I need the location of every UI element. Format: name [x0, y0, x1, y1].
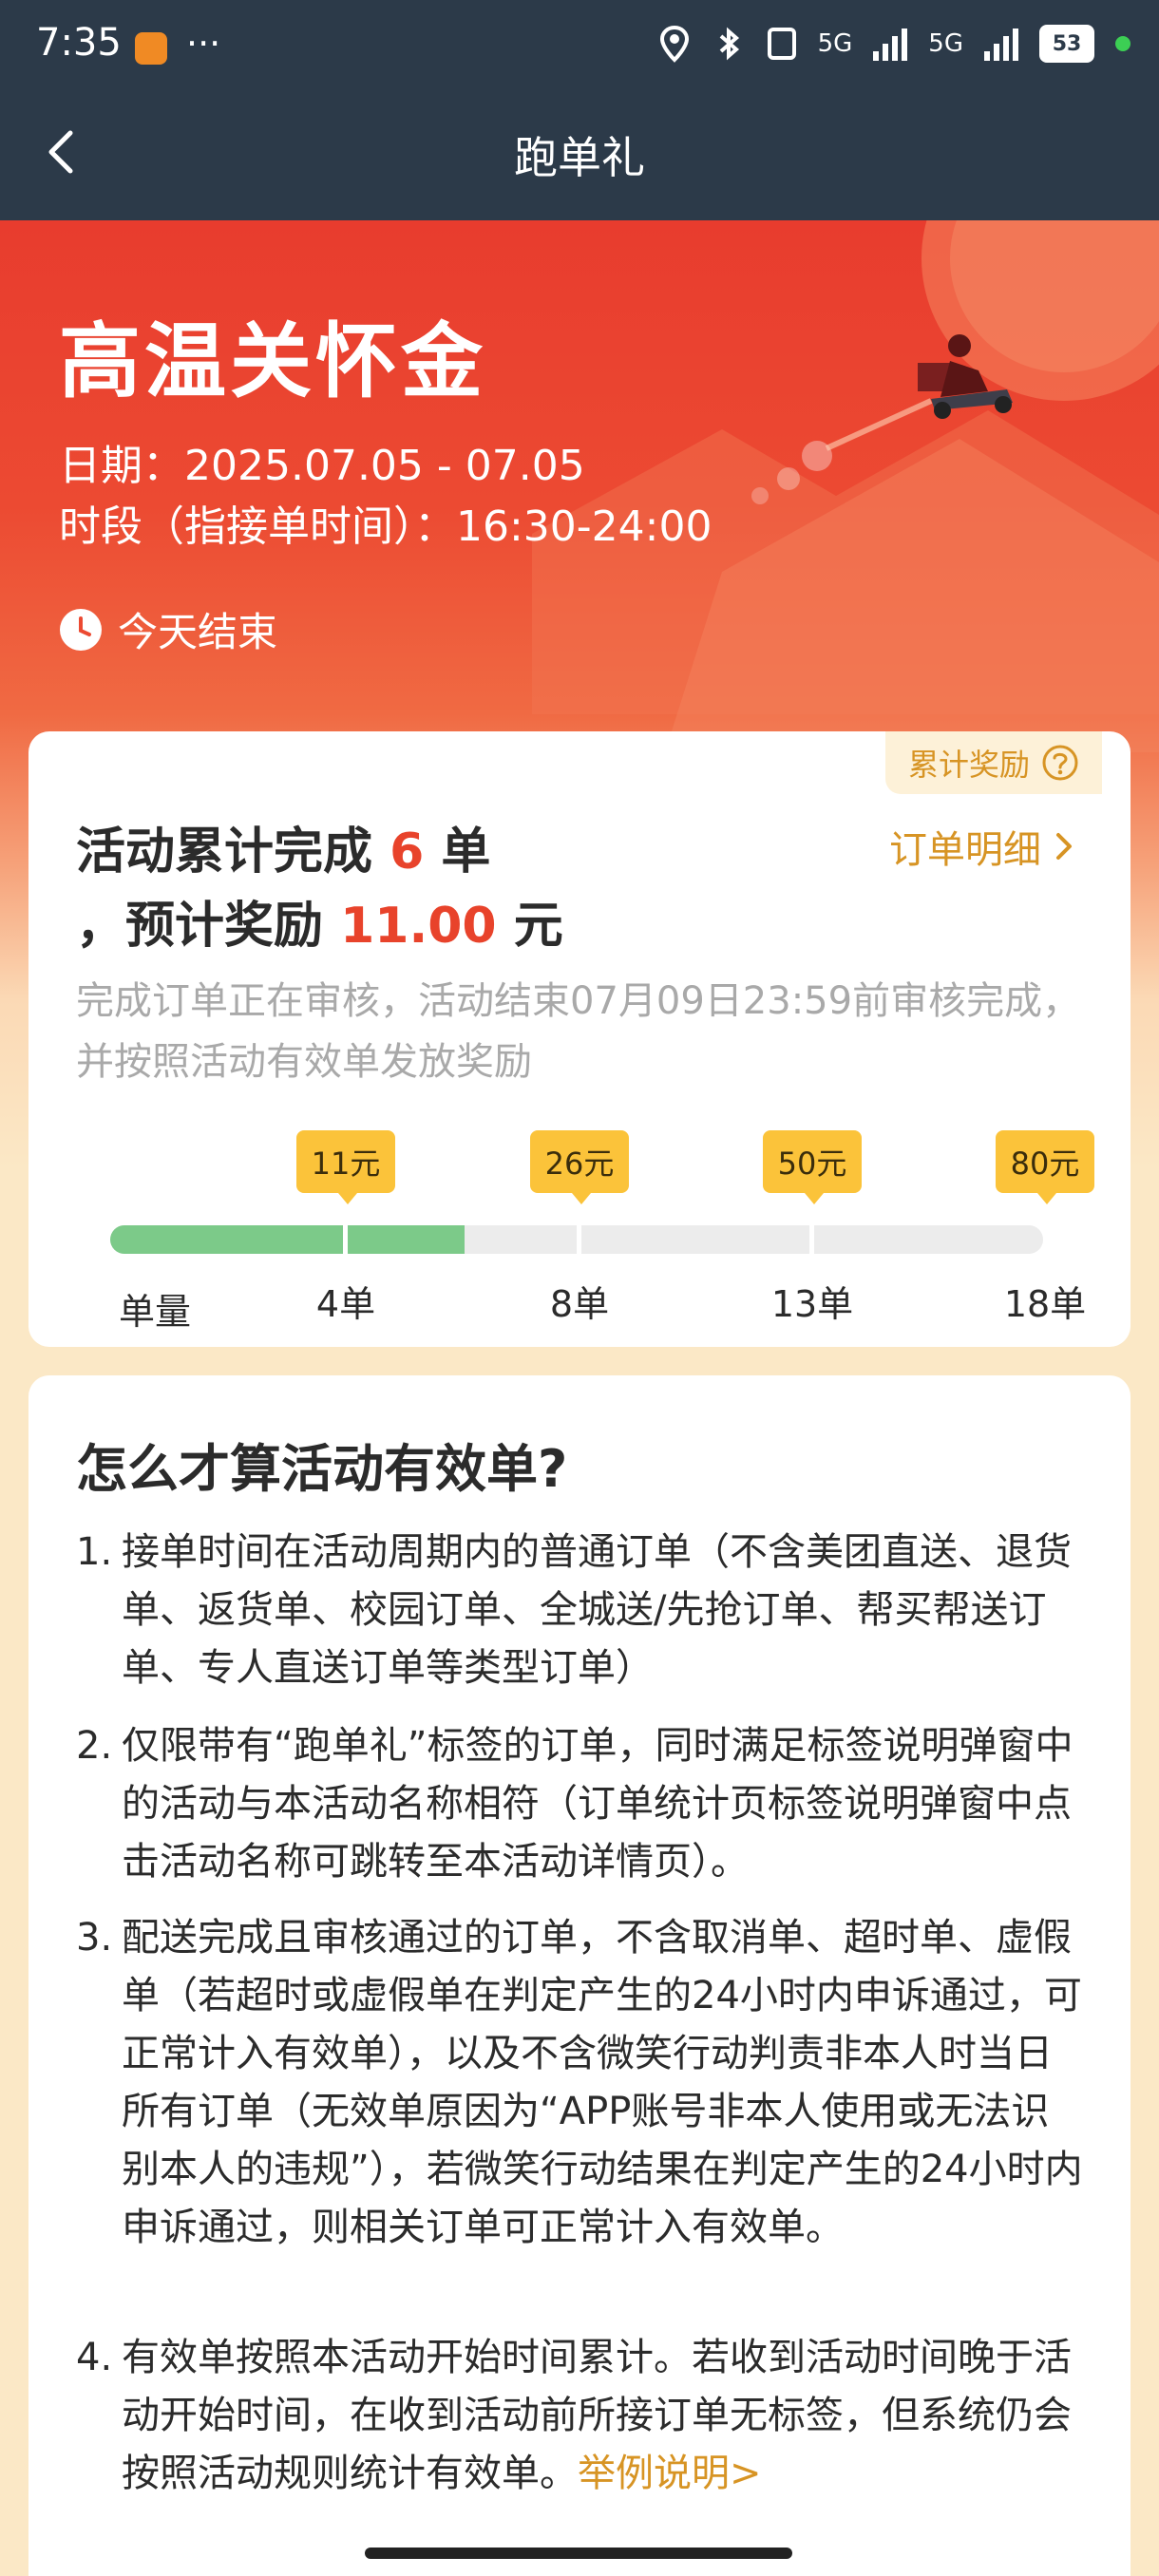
- milestone-badge: 26元: [530, 1130, 629, 1204]
- reward-summary: ，预计奖励 11.00 元: [76, 885, 563, 957]
- reward-amount: 11.00: [340, 898, 497, 955]
- completed-summary: 活动累计完成 6 单: [76, 811, 490, 882]
- rule-text: 仅限带有“跑单礼”标签的订单，同时满足标签说明弹窗中的活动与本活动名称相符（订单…: [122, 1724, 1074, 1884]
- rule-text: 配送完成且审核通过的订单，不含取消单、超时单、虚假单（若超时或虚假单在判定产生的…: [122, 1916, 1083, 2249]
- completed-prefix: 活动累计完成: [76, 824, 373, 881]
- scale-label: 8单: [549, 1283, 610, 1325]
- progress-bar: [110, 1225, 1043, 1254]
- sim-icon: [767, 28, 796, 60]
- milestone-badge: 50元: [763, 1130, 862, 1204]
- location-icon: [659, 25, 689, 63]
- rule-number: 2.: [76, 1724, 113, 1768]
- bluetooth-icon: [719, 27, 739, 61]
- status-icons: 5G 5G 53: [658, 25, 1130, 63]
- activity-title: 高温关怀金: [59, 314, 486, 409]
- rule-text: 接单时间在活动周期内的普通订单（不含美团直送、退货单、返货单、校园订单、全城送/…: [122, 1530, 1072, 1690]
- progress-fill: [110, 1225, 466, 1254]
- rules-title: 怎么才算活动有效单?: [76, 1439, 568, 1499]
- completed-unit: 单: [441, 824, 491, 881]
- rule-number: 1.: [76, 1530, 113, 1574]
- rule-number: 3.: [76, 1916, 113, 1960]
- progress-card: 累计奖励 活动累计完成 6 单 ，预计奖励 11.00 元 订单明细 完成订单正…: [28, 731, 1130, 1347]
- help-icon[interactable]: [1041, 744, 1079, 782]
- rule-item: 3. 配送完成且审核通过的订单，不含取消单、超时单、虚假单（若超时或虚假单在判定…: [76, 1909, 1083, 2257]
- activity-date: 日期：2025.07.05 - 07.05: [59, 442, 585, 490]
- end-status-text: 今天结束: [118, 609, 278, 655]
- scale-label: 4单: [315, 1283, 376, 1325]
- page-title: 跑单礼: [514, 132, 645, 183]
- battery-icon: 53: [1039, 25, 1094, 63]
- app-notification-icon: [135, 32, 167, 65]
- home-indicator[interactable]: [365, 2548, 792, 2559]
- more-notifications-icon: ···: [186, 23, 221, 65]
- nav-bar: 跑单礼: [0, 84, 1159, 220]
- network-type-1: 5G: [817, 29, 853, 58]
- progress-divider: [809, 1225, 814, 1254]
- order-detail-label: 订单明细: [889, 828, 1041, 872]
- reward-unit: 元: [513, 898, 563, 955]
- network-type-2: 5G: [928, 29, 963, 58]
- scale-axis-label: 单量: [118, 1291, 191, 1333]
- status-time: 7:35: [36, 21, 122, 65]
- rules-card: 怎么才算活动有效单? 1. 接单时间在活动周期内的普通订单（不含美团直送、退货单…: [28, 1375, 1130, 2576]
- scale-label: 18单: [1003, 1283, 1087, 1325]
- progress-divider: [577, 1225, 581, 1254]
- scale-label: 13单: [770, 1283, 854, 1325]
- signal-icon: [984, 27, 1018, 61]
- rule-item: 4. 有效单按照本活动开始时间累计。若收到活动时间晚于活动开始时间，在收到活动前…: [76, 2329, 1083, 2503]
- privacy-indicator: [1115, 36, 1130, 51]
- activity-period: 时段（指接单时间）：16:30-24:00: [59, 502, 712, 551]
- review-note: 完成订单正在审核，活动结束07月09日23:59前审核完成，并按照活动有效单发放…: [76, 979, 1081, 1084]
- status-bar: 7:35 ··· 5G 5G 53: [0, 0, 1159, 84]
- rule-item: 2. 仅限带有“跑单礼”标签的订单，同时满足标签说明弹窗中的活动与本活动名称相符…: [76, 1717, 1083, 1891]
- example-link[interactable]: 举例说明>: [578, 2452, 762, 2495]
- reward-prefix: ，预计奖励: [76, 898, 324, 955]
- order-detail-link[interactable]: 订单明细: [889, 819, 1077, 874]
- cumulative-reward-tag[interactable]: 累计奖励: [885, 731, 1102, 794]
- progress-divider: [343, 1225, 348, 1254]
- milestone-badge: 80元: [996, 1130, 1094, 1204]
- completed-count: 6: [390, 824, 425, 881]
- chevron-right-icon: [1056, 833, 1072, 860]
- rule-item: 1. 接单时间在活动周期内的普通订单（不含美团直送、退货单、返货单、校园订单、全…: [76, 1524, 1083, 1697]
- clock-icon: [60, 608, 102, 651]
- rule-number: 4.: [76, 2336, 113, 2379]
- signal-icon: [873, 27, 908, 61]
- end-status: 今天结束: [59, 600, 277, 658]
- cumulative-reward-label: 累计奖励: [907, 747, 1030, 783]
- milestone-badge: 11元: [296, 1130, 395, 1204]
